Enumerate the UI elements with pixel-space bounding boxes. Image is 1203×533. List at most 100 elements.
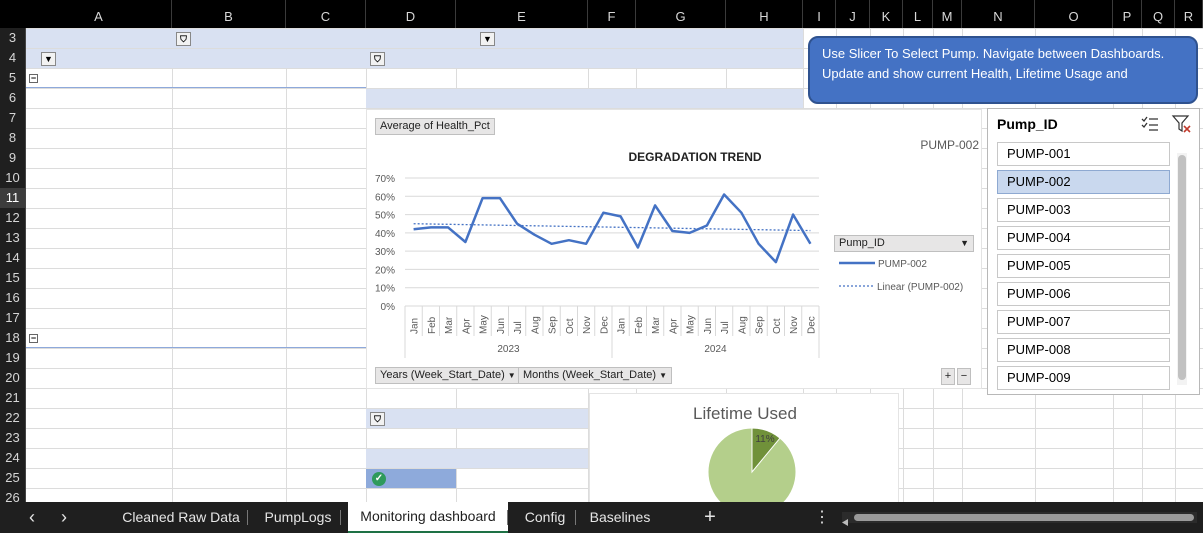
column-header-a[interactable]: A <box>26 0 172 28</box>
slicer-item-pump-004[interactable]: PUMP-004 <box>997 226 1170 250</box>
row-header-5[interactable]: 5 <box>0 68 25 88</box>
expand-field-button[interactable]: + <box>941 368 955 385</box>
slicer-item-pump-002[interactable]: PUMP-002 <box>997 170 1170 194</box>
row-header-7[interactable]: 7 <box>0 108 25 128</box>
row-header-15[interactable]: 15 <box>0 268 25 288</box>
row-header-3[interactable]: 3 <box>0 28 25 48</box>
sheet-tab-config[interactable]: Config <box>513 502 577 533</box>
pivot-year-label[interactable]: − <box>29 328 169 348</box>
column-header-f[interactable]: F <box>588 0 636 28</box>
y-tick-label: 70% <box>375 174 395 185</box>
row-header-19[interactable]: 19 <box>0 348 25 368</box>
sheet-tab-monitoring-dashboard[interactable]: Monitoring dashboard <box>348 502 508 533</box>
row-header-24[interactable]: 24 <box>0 448 25 468</box>
multi-select-icon[interactable] <box>1140 115 1160 133</box>
instruction-textbox[interactable]: Use Slicer To Select Pump. Navigate betw… <box>808 36 1198 104</box>
row-header-4[interactable]: 4 <box>0 48 25 68</box>
sheet-tab-cleaned-raw-data[interactable]: Cleaned Raw Data <box>110 502 252 533</box>
scroll-tabs-left-button[interactable]: ‹ <box>22 502 42 533</box>
column-header-g[interactable]: G <box>636 0 726 28</box>
column-header-k[interactable]: K <box>870 0 903 28</box>
slicer-item-pump-003[interactable]: PUMP-003 <box>997 198 1170 222</box>
pivot-status-row-labels[interactable]: ⛉ <box>368 48 458 68</box>
row-header-10[interactable]: 10 <box>0 168 25 188</box>
column-header-c[interactable]: C <box>286 0 366 28</box>
pivot-status-col-labels[interactable]: ▼ <box>458 28 588 48</box>
row-header-25[interactable]: 25 <box>0 468 25 488</box>
slicer-scroll-thumb[interactable] <box>1178 155 1186 380</box>
more-options-button[interactable]: ⋮ <box>812 502 832 533</box>
dropdown-icon[interactable]: ▼ <box>480 31 495 46</box>
pivot-col-labels-cell[interactable]: ⛉ <box>174 28 284 48</box>
pivot-month-label <box>52 408 170 428</box>
column-header-j[interactable]: J <box>836 0 870 28</box>
row-header-16[interactable]: 16 <box>0 288 25 308</box>
slicer-item-pump-008[interactable]: PUMP-008 <box>997 338 1170 362</box>
pivot-value-total <box>286 208 363 228</box>
collapse-icon[interactable]: − <box>29 74 38 84</box>
months-axis-label: Months (Week_Start_Date) <box>523 369 657 381</box>
row-header-18[interactable]: 18 <box>0 328 25 348</box>
scroll-tabs-right-button[interactable]: › <box>54 502 74 533</box>
horizontal-scroll-thumb[interactable] <box>854 514 1194 521</box>
months-axis-field-button[interactable]: Months (Week_Start_Date) ▼ <box>518 367 673 384</box>
pivot-month-label <box>52 228 170 248</box>
row-header-9[interactable]: 9 <box>0 148 25 168</box>
pivot-month-label <box>52 388 170 408</box>
row-header-23[interactable]: 23 <box>0 428 25 448</box>
horizontal-scrollbar[interactable] <box>842 512 1197 526</box>
column-header-h[interactable]: H <box>726 0 803 28</box>
row-header-6[interactable]: 6 <box>0 88 25 108</box>
sheet-tab-pumplogs[interactable]: PumpLogs <box>255 502 341 533</box>
row-header-12[interactable]: 12 <box>0 208 25 228</box>
clear-filter-icon[interactable] <box>1171 114 1193 134</box>
pivot-year-label[interactable]: − <box>29 68 169 88</box>
years-axis-field-button[interactable]: Years (Week_Start_Date) ▼ <box>375 367 521 384</box>
pivot-value-total <box>286 468 363 488</box>
pivot-value-pump <box>174 248 282 268</box>
column-header-l[interactable]: L <box>903 0 933 28</box>
sheet-tab-baselines[interactable]: Baselines <box>581 502 659 533</box>
row-header-22[interactable]: 22 <box>0 408 25 428</box>
dropdown-icon[interactable]: ▼ <box>41 51 56 66</box>
slicer-item-pump-001[interactable]: PUMP-001 <box>997 142 1170 166</box>
column-header-i[interactable]: I <box>803 0 836 28</box>
filter-applied-icon[interactable]: ⛉ <box>370 411 385 426</box>
lifetime-used-chart[interactable]: Lifetime Used 11% <box>589 393 899 505</box>
column-header-r[interactable]: R <box>1175 0 1203 28</box>
row-header-13[interactable]: 13 <box>0 228 25 248</box>
pivot-value-total <box>286 388 363 408</box>
legend-field-button[interactable]: Pump_ID ▼ <box>834 235 974 252</box>
column-header-m[interactable]: M <box>933 0 962 28</box>
new-sheet-button[interactable]: + <box>699 502 721 533</box>
filter-applied-icon[interactable]: ⛉ <box>370 51 385 66</box>
degradation-trend-chart[interactable]: Average of Health_Pct PUMP-002 DEGRADATI… <box>366 109 982 389</box>
pivot-row-labels-cell[interactable]: ▼ <box>29 48 172 68</box>
hours-row-labels[interactable]: ⛉ <box>368 408 458 428</box>
pump-id-slicer[interactable]: Pump_ID PUMP-001 PUMP-002 PUMP-003 PUMP-004… <box>987 108 1200 395</box>
column-header-b[interactable]: B <box>172 0 286 28</box>
filter-applied-icon[interactable]: ⛉ <box>176 31 191 46</box>
row-header-21[interactable]: 21 <box>0 388 25 408</box>
row-header-11[interactable]: 11 <box>0 188 25 208</box>
slicer-item-pump-007[interactable]: PUMP-007 <box>997 310 1170 334</box>
column-header-o[interactable]: O <box>1035 0 1113 28</box>
row-header-8[interactable]: 8 <box>0 128 25 148</box>
slicer-scrollbar[interactable] <box>1177 153 1187 385</box>
column-header-e[interactable]: E <box>456 0 588 28</box>
slicer-item-pump-009[interactable]: PUMP-009 <box>997 366 1170 390</box>
column-header-p[interactable]: P <box>1113 0 1142 28</box>
column-header-n[interactable]: N <box>962 0 1035 28</box>
collapse-icon[interactable]: − <box>29 334 38 344</box>
slicer-item-pump-006[interactable]: PUMP-006 <box>997 282 1170 306</box>
x-tick-label: Dec <box>806 316 817 334</box>
sheet-tab-bar: ‹ › Cleaned Raw Data PumpLogs Monitoring d… <box>0 502 1203 533</box>
row-header-14[interactable]: 14 <box>0 248 25 268</box>
row-header-17[interactable]: 17 <box>0 308 25 328</box>
column-header-d[interactable]: D <box>366 0 456 28</box>
slicer-item-pump-005[interactable]: PUMP-005 <box>997 254 1170 278</box>
row-header-20[interactable]: 20 <box>0 368 25 388</box>
column-header-q[interactable]: Q <box>1142 0 1175 28</box>
pivot-value-pump <box>174 288 282 308</box>
collapse-field-button[interactable]: − <box>957 368 971 385</box>
